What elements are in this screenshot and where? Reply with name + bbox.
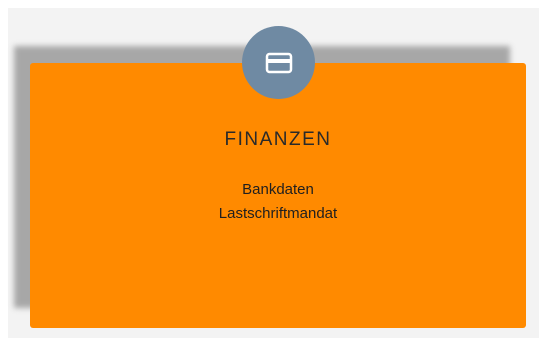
page: FINANZEN Bankdaten Lastschriftmandat <box>0 0 539 345</box>
tile-title: FINANZEN <box>224 129 332 150</box>
finance-tile[interactable]: FINANZEN Bankdaten Lastschriftmandat <box>30 63 526 328</box>
link-bankdaten[interactable]: Bankdaten <box>30 178 526 202</box>
tile-icon-badge <box>242 26 315 99</box>
credit-card-icon <box>265 52 292 73</box>
tile-links: Bankdaten Lastschriftmandat <box>30 178 526 226</box>
link-lastschriftmandat[interactable]: Lastschriftmandat <box>30 202 526 226</box>
